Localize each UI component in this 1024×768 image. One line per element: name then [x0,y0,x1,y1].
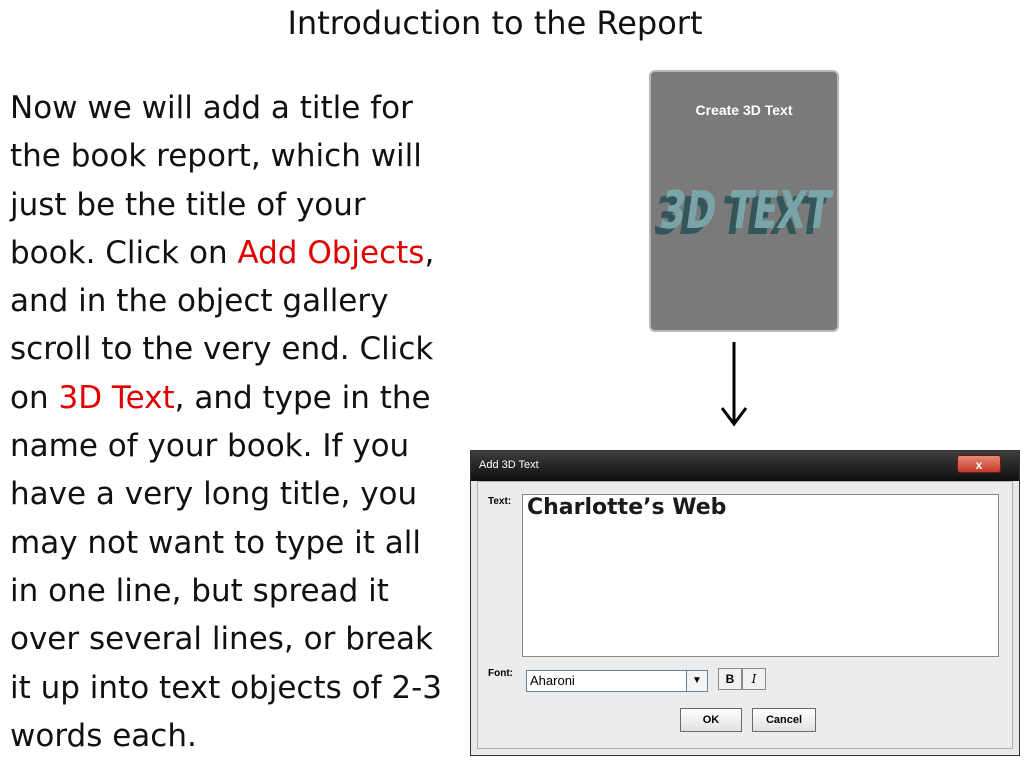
add-objects-highlight: Add Objects [237,234,425,271]
chevron-down-icon[interactable]: ▼ [686,671,707,691]
text-label: Text: [488,496,512,507]
instruction-line: in one line, but spread it [10,572,389,609]
instruction-line: just be the title of your [10,186,366,223]
bold-button[interactable]: B [718,668,742,690]
instruction-line-part: on [10,379,59,416]
font-select[interactable]: Aharoni ▼ [526,670,708,692]
instruction-line: scroll to the very end. Click [10,331,434,368]
3d-text-highlight: 3D Text [58,379,175,416]
close-button[interactable]: x [957,455,1001,473]
3d-text-art-icon: 3D TEXT 3D TEXT [655,181,835,247]
add-3d-text-dialog: Add 3D Text x Text: Charlotte’s Web Font… [470,450,1020,756]
dialog-panel: Text: Charlotte’s Web Font: Aharoni ▼ B … [477,481,1013,749]
instruction-line-part: , [424,234,435,271]
instruction-line: Now we will add a title for [10,90,413,126]
page-title: Introduction to the Report [287,4,703,42]
instruction-line: have a very long title, you [10,476,418,513]
font-select-value: Aharoni [530,673,575,688]
down-arrow-icon [720,342,748,427]
instruction-line: words each. [10,717,197,754]
dialog-title: Add 3D Text [479,459,539,471]
cancel-button[interactable]: Cancel [752,708,816,732]
instruction-line: it up into text objects of 2-3 [10,669,442,706]
instruction-line: name of your book. If you [10,428,410,465]
dialog-titlebar[interactable]: Add 3D Text x [471,451,1019,481]
italic-button[interactable]: I [742,668,766,690]
instruction-line-part: , and type in the [174,379,431,416]
instruction-line: the book report, which will [10,138,422,175]
art-text-face: 3D TEXT [657,181,835,241]
tile-label: Create 3D Text [695,102,793,118]
create-3d-text-tile[interactable]: Create 3D Text 3D TEXT 3D TEXT [649,70,839,332]
instruction-line: over several lines, or break [10,621,433,658]
instruction-line: and in the object gallery [10,283,389,320]
ok-button[interactable]: OK [680,708,742,732]
instruction-line-part: book. Click on [10,234,238,271]
instruction-line: may not want to type it all [10,524,421,561]
font-label: Font: [488,668,513,679]
text-input[interactable]: Charlotte’s Web [522,494,999,657]
instructions-text: Now we will add a title for the book rep… [10,84,472,760]
